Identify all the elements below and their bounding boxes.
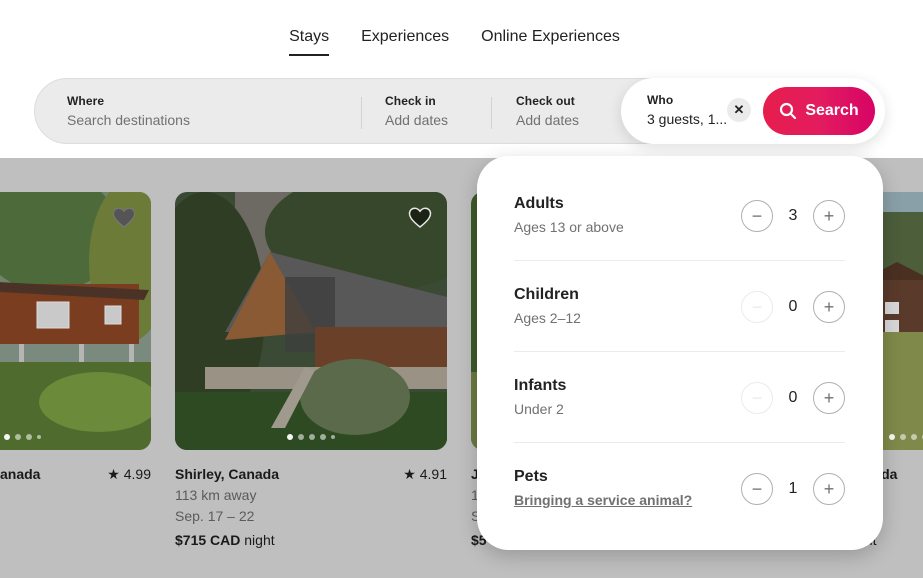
adults-stepper: − 3 +	[741, 200, 845, 232]
heart-icon[interactable]	[111, 206, 137, 230]
guest-row-infants: Infants Under 2 − 0 +	[514, 352, 845, 443]
increase-infants-button[interactable]: +	[813, 382, 845, 414]
minus-icon: −	[751, 478, 763, 499]
checkin-label: Check in	[385, 94, 436, 108]
guest-type-desc: Ages 13 or above	[514, 219, 624, 235]
search-button[interactable]: Search	[763, 87, 875, 135]
plus-icon: +	[823, 387, 835, 408]
listing-photo[interactable]	[0, 192, 151, 450]
who-text: Who 3 guests, 1...	[647, 93, 727, 127]
guests-dropdown: Adults Ages 13 or above − 3 + Children A…	[477, 156, 883, 550]
adults-count: 3	[788, 207, 798, 224]
pets-stepper: − 1 +	[741, 473, 845, 505]
who-value: 3 guests, 1...	[647, 111, 728, 127]
header: Stays Experiences Online Experiences Whe…	[0, 0, 923, 158]
photo-dots	[175, 434, 447, 440]
checkin-value: Add dates	[385, 112, 449, 128]
listing-card[interactable]: anada ★ 4.99	[0, 192, 151, 485]
heart-icon[interactable]	[407, 206, 433, 230]
checkout-value: Add dates	[516, 112, 580, 128]
decrease-infants-button[interactable]: −	[741, 382, 773, 414]
checkout-field[interactable]: Check out Add dates	[516, 94, 579, 128]
guest-type-desc: Ages 2–12	[514, 310, 581, 326]
cabin-photo	[0, 192, 151, 450]
decrease-pets-button[interactable]: −	[741, 473, 773, 505]
listing-dates: Sep. 17 – 22	[175, 508, 255, 524]
plus-icon: +	[823, 296, 835, 317]
minus-icon: −	[751, 387, 763, 408]
checkin-field[interactable]: Check in Add dates	[385, 94, 448, 128]
tab-experiences[interactable]: Experiences	[361, 28, 449, 56]
where-field[interactable]: Where Search destinations	[67, 94, 190, 128]
close-icon: ✕	[733, 102, 745, 117]
search-icon	[780, 102, 797, 120]
infants-stepper: − 0 +	[741, 382, 845, 414]
category-tabs: Stays Experiences Online Experiences	[0, 28, 923, 56]
search-button-label: Search	[805, 102, 859, 119]
tab-online-experiences[interactable]: Online Experiences	[481, 28, 620, 56]
guest-type-label: Infants	[514, 377, 567, 394]
listing-rating: ★ 4.99	[107, 466, 151, 482]
pets-count: 1	[788, 480, 798, 497]
guest-type-label: Adults	[514, 195, 564, 212]
star-icon: ★	[107, 466, 120, 482]
plus-icon: +	[823, 478, 835, 499]
guest-type-label: Pets	[514, 468, 548, 485]
a-frame-cabin-photo	[175, 192, 447, 450]
guest-type-label: Children	[514, 286, 579, 303]
who-label: Who	[647, 93, 674, 107]
where-label: Where	[67, 94, 105, 108]
listing-distance: 113 km away	[175, 487, 257, 503]
minus-icon: −	[751, 296, 763, 317]
tab-stays[interactable]: Stays	[289, 28, 330, 56]
listing-price: $715 CAD night	[175, 532, 275, 548]
star-icon: ★	[403, 466, 416, 482]
divider	[491, 97, 492, 129]
divider	[361, 97, 362, 129]
decrease-children-button[interactable]: −	[741, 291, 773, 323]
children-count: 0	[788, 298, 798, 315]
search-bar: Where Search destinations Check in Add d…	[34, 78, 885, 144]
checkout-label: Check out	[516, 94, 575, 108]
minus-icon: −	[751, 205, 763, 226]
who-field[interactable]: Who 3 guests, 1... ✕ Search	[621, 78, 885, 144]
service-animal-link[interactable]: Bringing a service animal?	[514, 492, 692, 508]
listing-rating: ★ 4.91	[403, 466, 447, 482]
listing-photo[interactable]	[175, 192, 447, 450]
infants-count: 0	[788, 389, 798, 406]
listing-card[interactable]: Shirley, Canada ★ 4.91 113 km away Sep. …	[175, 192, 447, 551]
guest-row-pets: Pets Bringing a service animal? − 1 +	[514, 443, 845, 534]
guest-row-children: Children Ages 2–12 − 0 +	[514, 261, 845, 352]
increase-children-button[interactable]: +	[813, 291, 845, 323]
increase-pets-button[interactable]: +	[813, 473, 845, 505]
children-stepper: − 0 +	[741, 291, 845, 323]
decrease-adults-button[interactable]: −	[741, 200, 773, 232]
guest-type-desc: Under 2	[514, 401, 564, 417]
increase-adults-button[interactable]: +	[813, 200, 845, 232]
plus-icon: +	[823, 205, 835, 226]
where-input[interactable]: Search destinations	[67, 112, 190, 128]
guest-row-adults: Adults Ages 13 or above − 3 +	[514, 156, 845, 261]
clear-guests-button[interactable]: ✕	[727, 98, 751, 122]
photo-dots	[0, 434, 151, 440]
